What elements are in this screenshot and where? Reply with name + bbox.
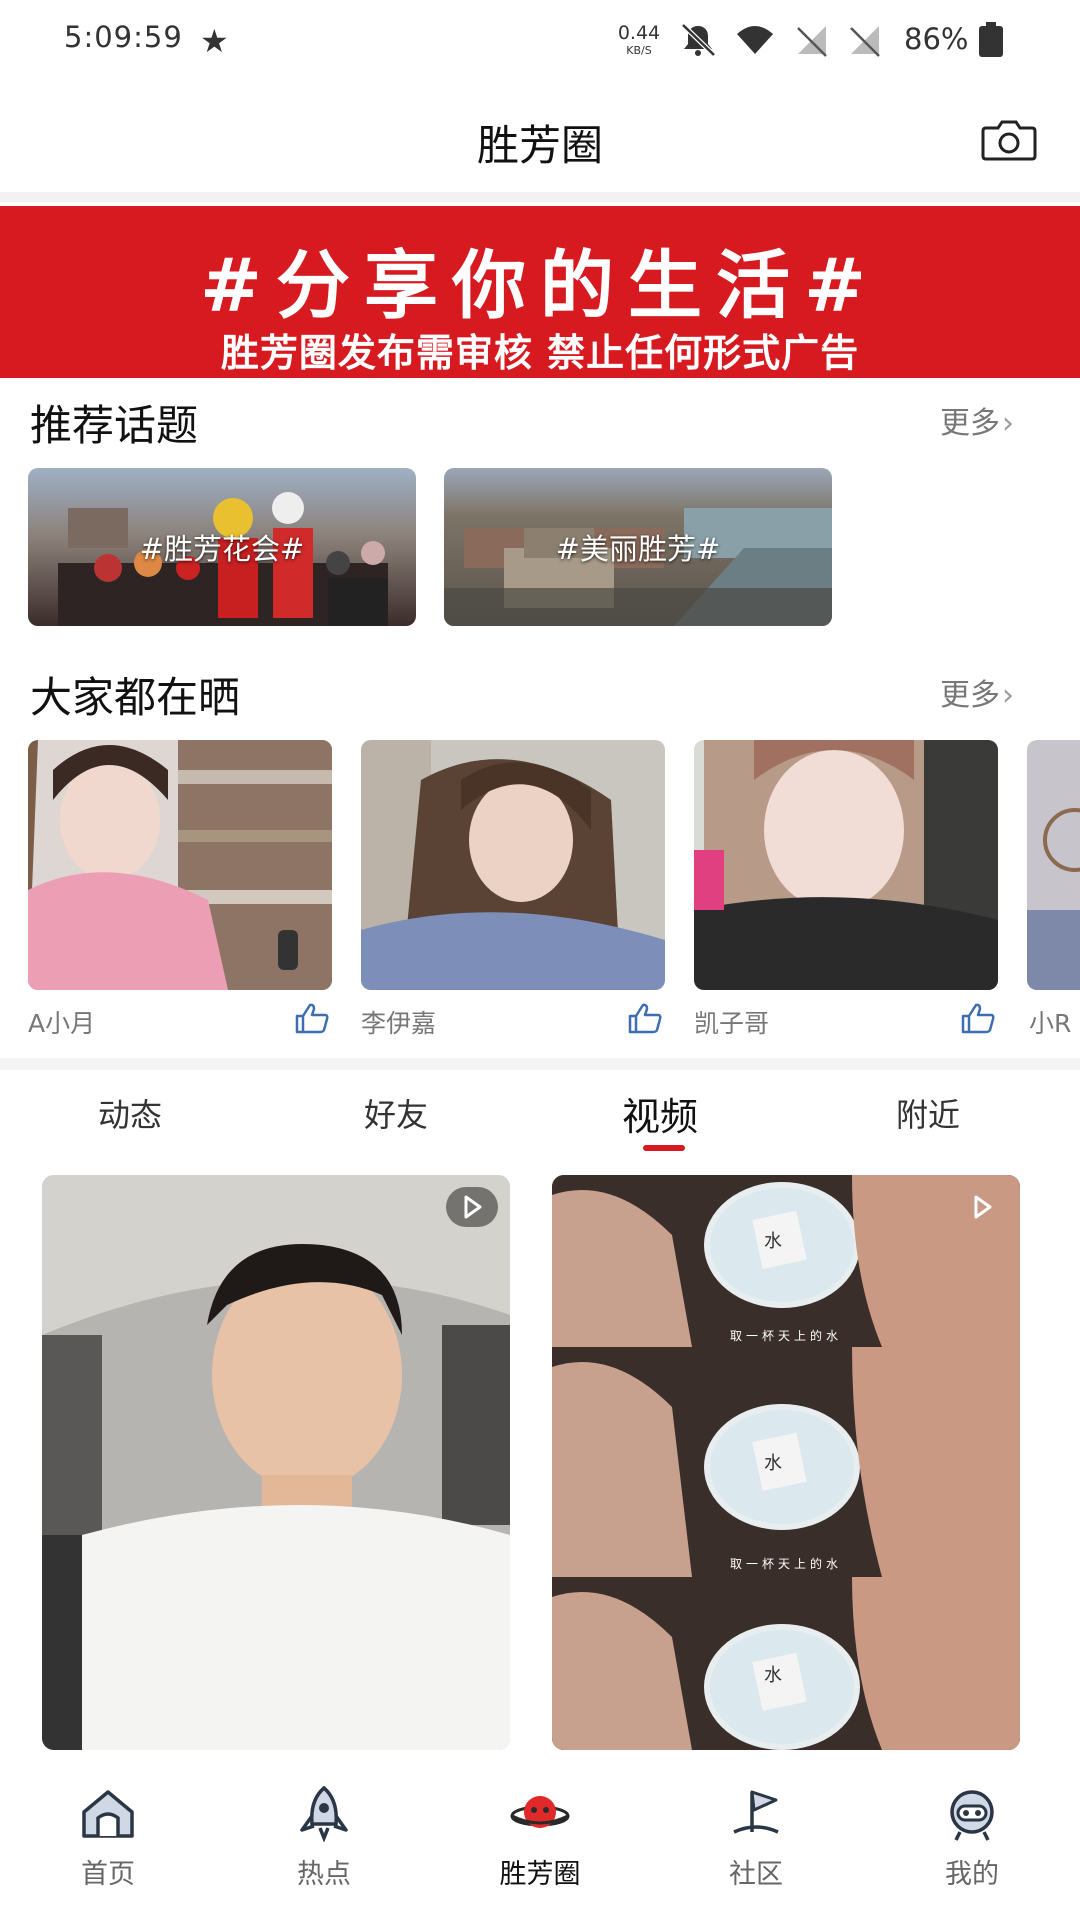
- topics-more-label: 更多: [940, 406, 1000, 441]
- video-card[interactable]: [42, 1175, 510, 1750]
- app-header: 胜芳圈: [0, 82, 1080, 192]
- nav-item-home[interactable]: 首页: [0, 1772, 216, 1920]
- topics-more-link[interactable]: 更多›: [940, 398, 1014, 442]
- section-divider: [0, 1058, 1080, 1070]
- star-icon: ★: [200, 22, 229, 60]
- video-thumbnail: [552, 1175, 1020, 1750]
- tab-fujin[interactable]: 附近: [896, 1090, 960, 1136]
- robot-face-icon: [950, 1790, 994, 1841]
- cup-label: 水: [764, 1453, 782, 1474]
- play-icon: [974, 1195, 992, 1219]
- nav-item-community[interactable]: 社区: [648, 1772, 864, 1920]
- status-bar: 5:09:59 ★ 0.44 KB/S 86%: [0, 0, 1080, 82]
- share-user-name: 凯子哥: [694, 1009, 770, 1038]
- thumbs-up-icon[interactable]: [627, 1002, 663, 1034]
- tab-haoyou[interactable]: 好友: [364, 1090, 428, 1136]
- topic-card-meili[interactable]: #美丽胜芳#: [444, 468, 832, 626]
- bell-muted-icon: [681, 23, 716, 57]
- cup-label: 水: [764, 1665, 782, 1686]
- planet-icon: [510, 1796, 570, 1828]
- share-card[interactable]: 李伊嘉: [361, 740, 665, 1038]
- section-title-sharing: 大家都在晒: [30, 673, 241, 722]
- cup-label: 水: [764, 1231, 782, 1252]
- thumbs-up-icon[interactable]: [294, 1002, 330, 1034]
- share-card-partial[interactable]: 小R: [1027, 740, 1080, 1040]
- video-caption: 取一杯天上的水: [729, 1557, 842, 1571]
- sharing-more-link[interactable]: 更多›: [940, 670, 1014, 714]
- thumbs-up-icon[interactable]: [960, 1002, 996, 1034]
- tab-shipin[interactable]: 视频: [622, 1086, 698, 1141]
- nav-label: 社区: [729, 1859, 783, 1890]
- wifi-icon: [737, 26, 773, 54]
- battery-icon: [979, 22, 1003, 57]
- topic-card-huahui[interactable]: #胜芳花会#: [28, 468, 416, 626]
- chevron-right-icon: ›: [1002, 678, 1014, 713]
- share-photo: [28, 740, 332, 990]
- share-photo: [1027, 740, 1080, 990]
- battery-percent: 86%: [904, 22, 969, 56]
- chevron-right-icon: ›: [1002, 406, 1014, 441]
- rocket-icon: [300, 1786, 348, 1842]
- no-signal-icon-2: [850, 26, 880, 57]
- share-card[interactable]: A小月: [28, 740, 332, 1038]
- share-user-name: 李伊嘉: [361, 1009, 437, 1038]
- sharing-more-label: 更多: [940, 678, 1000, 713]
- flag-icon: [733, 1790, 779, 1834]
- page-title: 胜芳圈: [476, 121, 603, 170]
- bottom-nav: 首页 热点 胜芳圈 社区 我的: [0, 1772, 1080, 1920]
- status-time: 5:09:59: [64, 20, 183, 54]
- section-title-topics: 推荐话题: [30, 401, 199, 450]
- tab-dongtai[interactable]: 动态: [98, 1090, 162, 1136]
- video-caption: 取一杯天上的水: [729, 1329, 842, 1343]
- banner-subtitle: 胜芳圈发布需审核 禁止任何形式广告: [220, 331, 860, 375]
- header-divider: [0, 192, 1080, 202]
- nav-label: 热点: [297, 1859, 351, 1890]
- nav-label: 胜芳圈: [499, 1859, 581, 1890]
- share-photo: [694, 740, 998, 990]
- network-speed-unit: KB/S: [626, 44, 652, 57]
- active-tab-indicator: [643, 1145, 685, 1151]
- nav-label: 我的: [945, 1859, 999, 1890]
- nav-item-mine[interactable]: 我的: [864, 1772, 1080, 1920]
- banner-title: #分享你的生活#: [199, 243, 880, 329]
- home-icon: [82, 1790, 134, 1838]
- video-card[interactable]: 取一杯天上的水 取一杯天上的水 水 水 水: [552, 1175, 1020, 1750]
- share-photo: [361, 740, 665, 990]
- share-user-name: 小R: [1029, 1009, 1072, 1038]
- share-card[interactable]: 凯子哥: [694, 740, 998, 1038]
- topic-label: #胜芳花会#: [139, 532, 305, 566]
- promo-banner[interactable]: #分享你的生活# 胜芳圈发布需审核 禁止任何形式广告: [0, 206, 1080, 378]
- topic-label: #美丽胜芳#: [555, 532, 721, 566]
- nav-item-hot[interactable]: 热点: [216, 1772, 432, 1920]
- video-thumbnail: [42, 1175, 510, 1750]
- network-speed: 0.44 KB/S: [614, 22, 664, 57]
- network-speed-value: 0.44: [617, 22, 661, 44]
- play-icon: [446, 1187, 498, 1227]
- nav-label: 首页: [81, 1859, 135, 1890]
- nav-item-shengfangquan[interactable]: 胜芳圈: [432, 1772, 648, 1920]
- no-signal-icon: [797, 26, 827, 57]
- camera-icon[interactable]: [980, 118, 1038, 162]
- share-user-name: A小月: [28, 1009, 96, 1038]
